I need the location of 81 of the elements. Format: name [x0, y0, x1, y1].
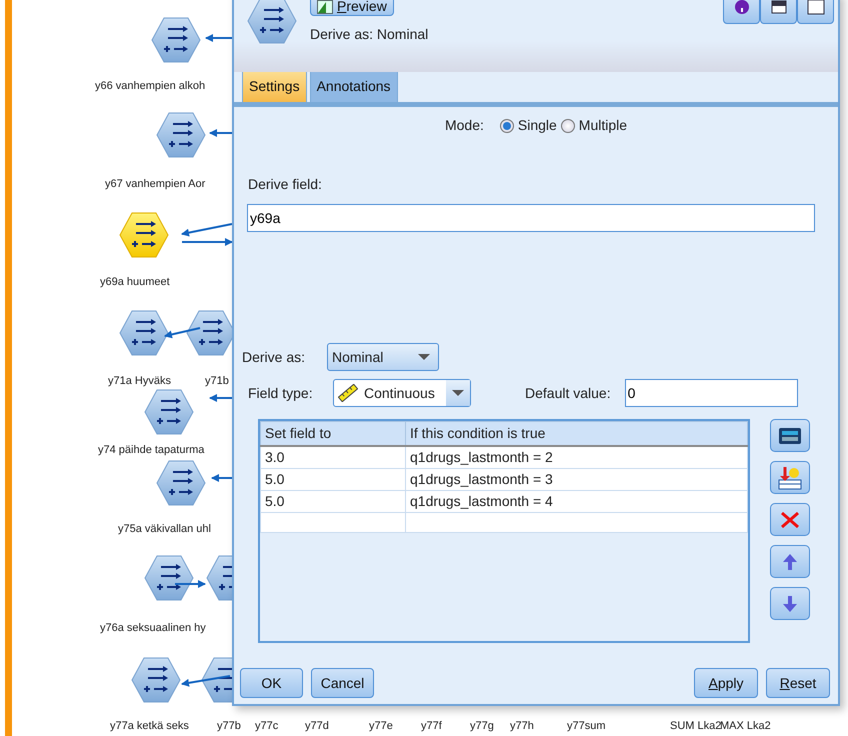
column-header[interactable]: If this condition is true — [406, 422, 748, 446]
node-label: MAX Lka2 — [720, 719, 771, 734]
node-icon[interactable] — [155, 459, 207, 507]
node-label: y71a Hyväks — [108, 374, 171, 389]
calculator-icon — [778, 426, 802, 444]
radio-button[interactable] — [500, 118, 514, 132]
caret-icon — [418, 353, 430, 361]
table-cell: q1drugs_lastmonth = 2 — [406, 446, 748, 468]
field-label: Derive field: — [248, 175, 322, 194]
node-label: y77e — [369, 719, 393, 734]
node-label: y77d — [305, 719, 329, 734]
delete-button[interactable] — [770, 503, 810, 536]
field-label: Default value: — [525, 384, 611, 402]
connector-arrow — [209, 394, 232, 402]
connector-arrow — [211, 474, 232, 482]
preview-icon — [317, 0, 333, 16]
insert-row-button[interactable] — [770, 461, 810, 494]
radio-label: Single — [518, 116, 557, 135]
node-label: y66 vanhempien alkoh — [95, 79, 206, 94]
node-label: y77h — [510, 719, 534, 734]
dialog-button[interactable]: OK — [240, 668, 303, 698]
connector-arrow — [175, 580, 206, 588]
up-arrow-icon — [782, 552, 798, 570]
down-arrow-icon — [782, 594, 798, 612]
minimize-button[interactable] — [760, 0, 797, 24]
node-label: y69a huumeet — [100, 275, 170, 290]
mode-label: Mode: — [444, 116, 484, 135]
node-icon[interactable] — [150, 16, 202, 64]
node-label: y71b — [205, 374, 229, 389]
help-icon — [734, 0, 750, 15]
table-cell: 3.0 — [260, 446, 406, 468]
connector-arrow — [181, 675, 230, 687]
table-cell: 5.0 — [260, 490, 406, 512]
connector-arrow — [209, 129, 232, 137]
derive-as-dropdown[interactable]: Nominal — [327, 343, 439, 371]
node-label: y77sum — [567, 719, 606, 734]
node-icon[interactable] — [143, 554, 195, 602]
table-cell: q1drugs_lastmonth = 4 — [406, 490, 748, 512]
derive-field-input[interactable]: y69a — [247, 204, 815, 232]
node-label: y76a seksuaalinen hy — [100, 621, 206, 636]
field-label: Field type: — [248, 384, 314, 403]
node-label: y77a ketkä seks — [110, 719, 189, 734]
radio-label: Multiple — [578, 116, 628, 135]
insert-row-icon — [777, 466, 803, 490]
node-icon[interactable] — [130, 656, 182, 704]
node-icon — [246, 0, 298, 45]
calculator-button[interactable] — [770, 419, 810, 452]
radio-button[interactable] — [560, 118, 575, 132]
preview-button[interactable]: Preview — [310, 0, 394, 16]
node-label: y75a väkivallan uhl — [118, 522, 211, 537]
dialog-button[interactable]: Reset — [766, 668, 830, 698]
help-button[interactable] — [723, 0, 760, 24]
maximize-button[interactable] — [797, 0, 834, 24]
node-label: y77c — [255, 719, 278, 734]
connector-arrow — [164, 327, 200, 338]
node-icon[interactable] — [155, 111, 207, 159]
delete-icon — [779, 510, 801, 530]
dialog-subtitle: Derive as: Nominal — [310, 25, 428, 44]
node-icon[interactable] — [118, 309, 170, 357]
node-label: y77f — [421, 719, 442, 734]
dialog-button[interactable]: Apply — [694, 668, 758, 698]
table-cell: 5.0 — [260, 468, 406, 490]
field-label: Derive as: — [242, 348, 306, 366]
caret-icon — [446, 380, 470, 406]
node-label: y77g — [470, 719, 494, 734]
maximize-icon — [806, 0, 824, 15]
node-icon[interactable] — [143, 388, 195, 436]
connector-arrow — [205, 34, 232, 42]
up-arrow-button[interactable] — [770, 545, 810, 578]
node-label: y77b — [217, 719, 241, 734]
node-label: SUM Lka2 — [670, 719, 722, 734]
default-value-input[interactable]: 0 — [624, 379, 798, 407]
field-type-dropdown[interactable]: Continuous — [333, 379, 471, 407]
node-label: y67 vanhempien Aor — [105, 177, 206, 192]
column-header[interactable]: Set field to — [260, 422, 406, 446]
node-label: y74 päihde tapaturma — [98, 443, 204, 458]
table-cell: q1drugs_lastmonth = 3 — [406, 468, 748, 490]
down-arrow-button[interactable] — [770, 587, 810, 620]
minimize-icon — [770, 0, 786, 14]
selected-node-icon[interactable] — [118, 211, 170, 259]
dialog-button[interactable]: Cancel — [311, 668, 374, 698]
